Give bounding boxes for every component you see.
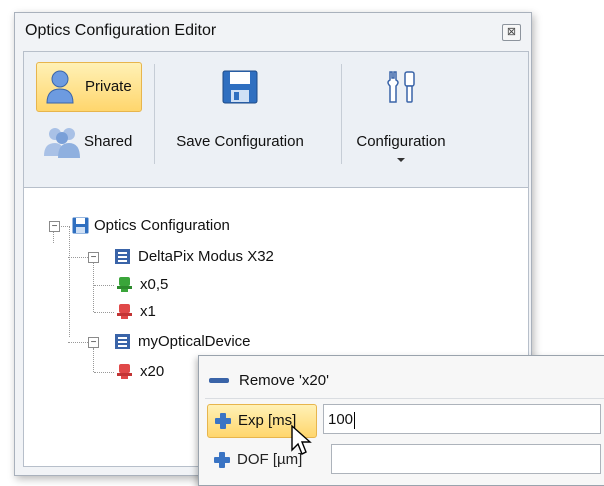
close-button[interactable]: ⊠ — [502, 24, 521, 41]
ribbon-toolbar: Private Shared Save Configuration Config… — [23, 51, 529, 188]
tree-node-label: x20 — [140, 363, 165, 380]
title-bar: Optics Configuration Editor ⊠ — [15, 13, 531, 49]
tree-line — [93, 263, 94, 312]
tree-line — [94, 285, 114, 286]
tree-node-label: x0,5 — [140, 276, 169, 293]
tools-icon — [387, 71, 415, 103]
configuration-label: Configuration — [356, 133, 446, 150]
remove-objective-label: Remove 'x20' — [239, 372, 329, 389]
expand-toggle-device[interactable]: − — [88, 337, 99, 348]
exposure-row: Exp [ms] 100 — [205, 404, 604, 438]
tree-line — [69, 312, 70, 337]
dof-input[interactable] — [331, 444, 601, 474]
private-label: Private — [85, 78, 132, 95]
exposure-label: Exp [ms] — [238, 412, 297, 429]
exposure-value: 100 — [328, 411, 354, 428]
camera-device-icon — [115, 334, 130, 349]
dropdown-arrow-icon — [397, 158, 405, 162]
users-icon — [44, 128, 80, 158]
tree-line — [93, 348, 94, 372]
tree-node-label: myOpticalDevice — [138, 333, 251, 350]
ribbon-separator — [154, 64, 155, 164]
plus-icon — [214, 452, 230, 468]
objective-lens-icon — [117, 364, 132, 379]
tree-node-label: Optics Configuration — [94, 217, 230, 234]
floppy-disk-icon — [72, 217, 89, 234]
save-configuration-label: Save Configuration — [176, 133, 304, 150]
save-configuration-button[interactable]: Save Configuration — [160, 62, 320, 172]
remove-objective-button[interactable]: Remove 'x20' — [205, 364, 604, 398]
exposure-input[interactable]: 100 — [323, 404, 601, 434]
expand-toggle-device[interactable]: − — [88, 252, 99, 263]
window-title: Optics Configuration Editor — [25, 22, 217, 39]
tree-line — [94, 372, 114, 373]
text-caret — [354, 411, 356, 429]
tree-line — [69, 227, 70, 312]
minus-icon — [209, 378, 229, 383]
shared-label: Shared — [84, 133, 133, 150]
configuration-dropdown-button[interactable]: Configuration — [336, 62, 466, 172]
objective-lens-icon — [117, 304, 132, 319]
objective-lens-icon — [117, 277, 132, 292]
tree-line — [68, 342, 88, 343]
tree-node-label: DeltaPix Modus X32 — [138, 248, 274, 265]
dof-row: DOF [µm] — [205, 444, 604, 478]
user-icon — [46, 70, 74, 104]
shared-button[interactable]: Shared — [36, 118, 140, 168]
camera-device-icon — [115, 249, 130, 264]
plus-icon — [215, 413, 231, 429]
tree-line — [94, 312, 114, 313]
tree-node-label: x1 — [140, 303, 156, 320]
private-button[interactable]: Private — [36, 62, 142, 112]
popup-separator — [205, 398, 604, 399]
expand-toggle-root[interactable]: − — [49, 221, 60, 232]
floppy-disk-icon — [222, 70, 258, 104]
tree-line — [68, 257, 88, 258]
objective-context-popup: Remove 'x20' Exp [ms] 100 DOF [µm] — [198, 355, 604, 486]
mouse-pointer-icon — [291, 424, 312, 455]
